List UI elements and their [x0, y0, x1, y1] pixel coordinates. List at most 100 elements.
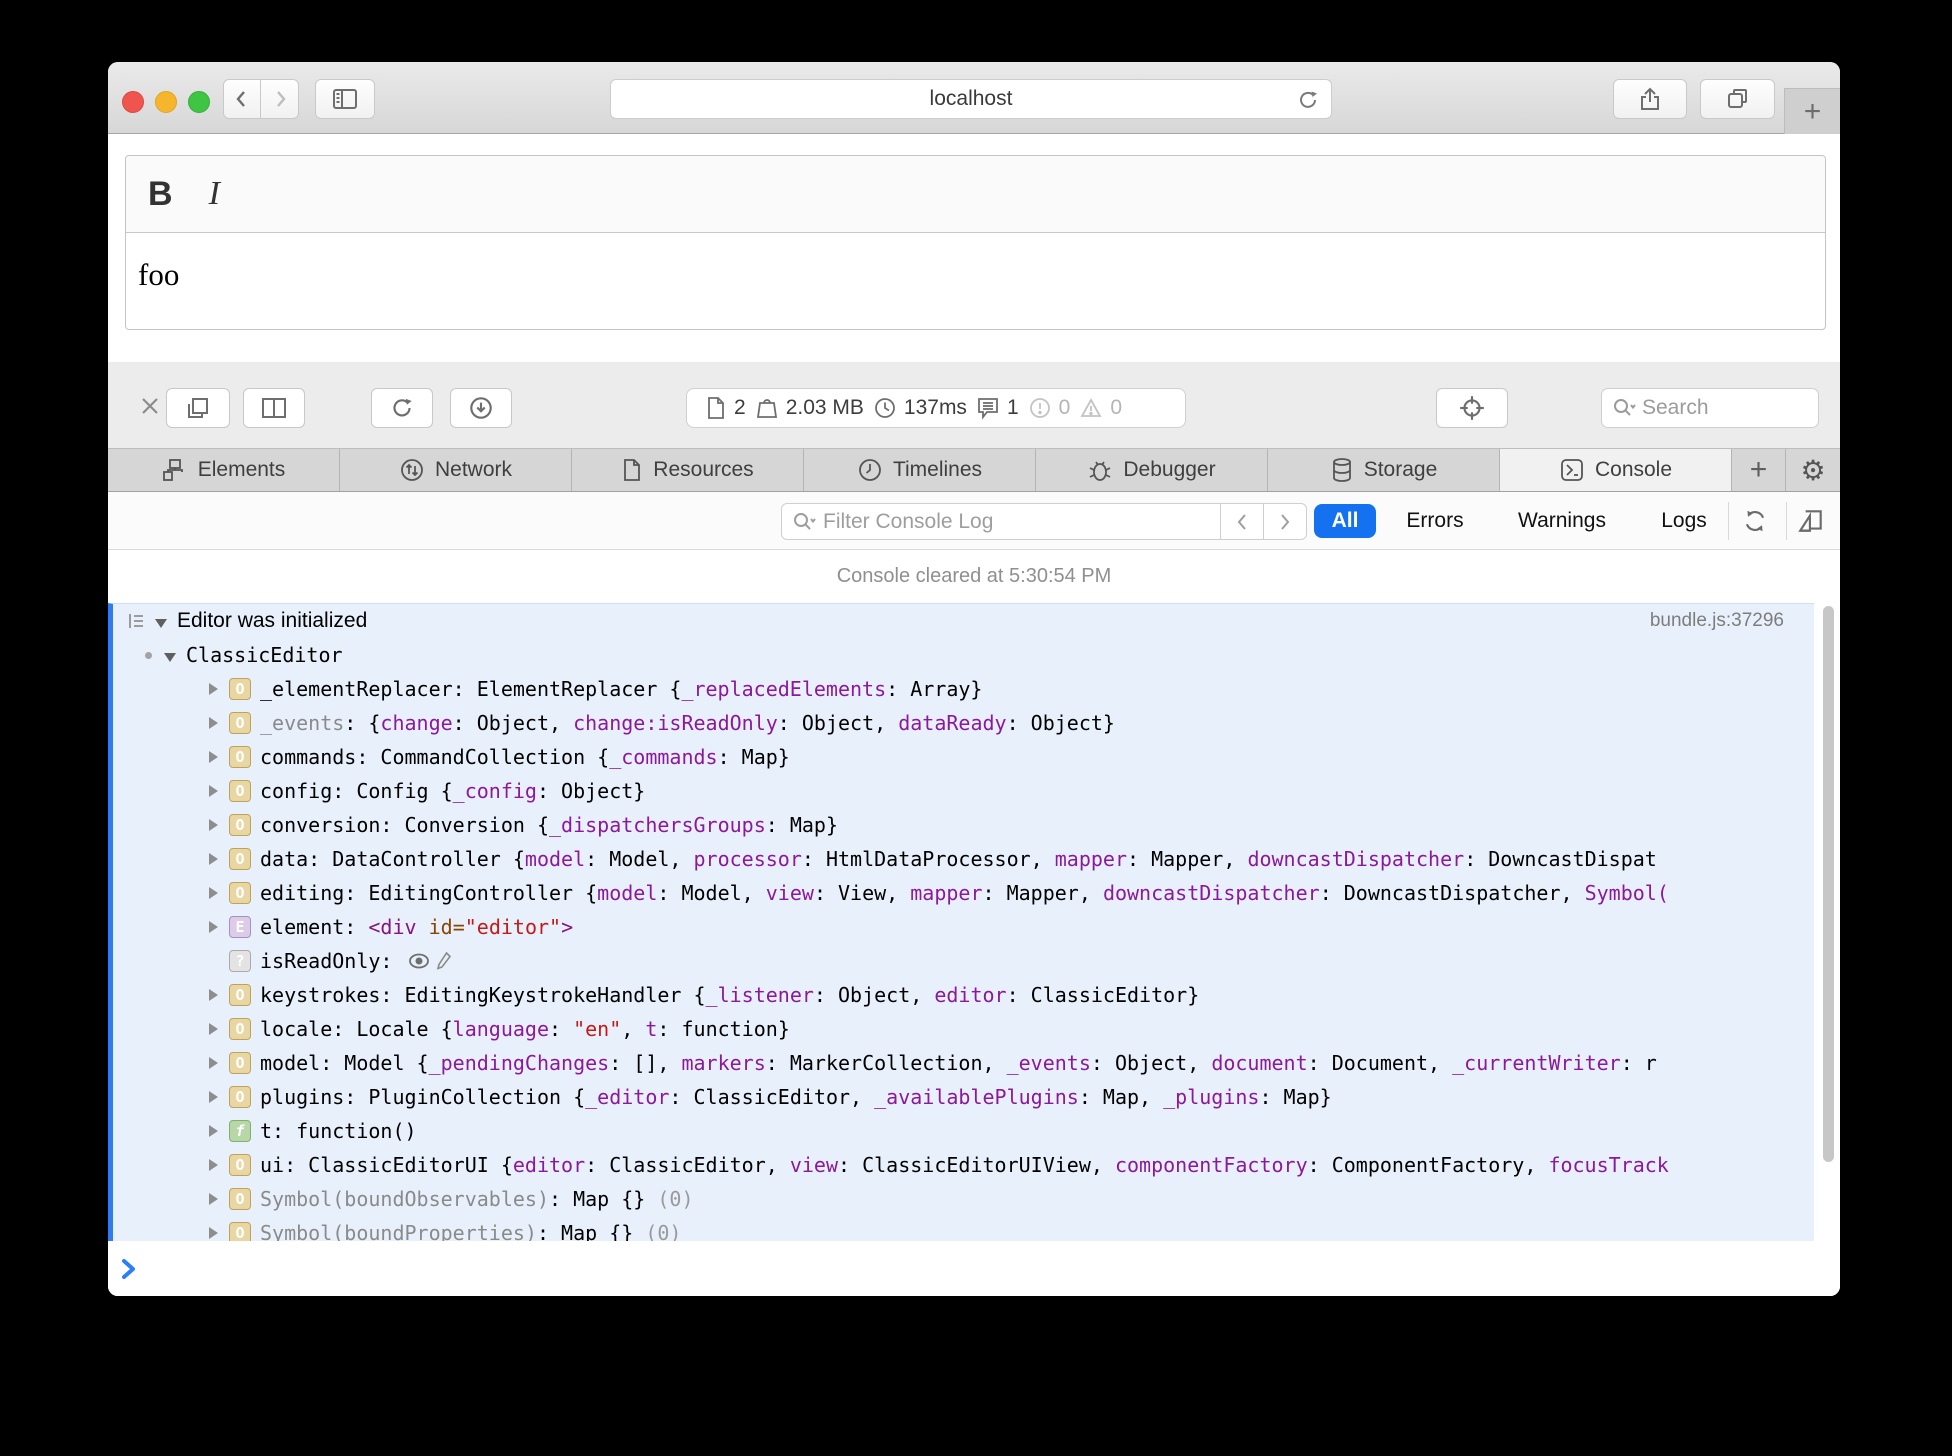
zoom-window-button[interactable] — [188, 91, 210, 113]
minimize-window-button[interactable] — [155, 91, 177, 113]
collapse-caret[interactable] — [164, 652, 176, 662]
sidebar-button[interactable] — [315, 79, 375, 119]
source-link[interactable]: bundle.js:37296 — [1650, 610, 1784, 632]
expand-caret[interactable] — [209, 1193, 218, 1205]
console-tree-row[interactable]: Ocommands: CommandCollection {_commands:… — [113, 740, 1814, 774]
dock-side-button[interactable] — [243, 388, 305, 428]
detach-inspector-button[interactable] — [166, 388, 230, 428]
expand-caret[interactable] — [209, 989, 218, 1001]
scope-all-button[interactable]: All — [1314, 504, 1376, 538]
tab-storage[interactable]: Storage — [1268, 449, 1500, 491]
expand-caret[interactable] — [209, 717, 218, 729]
tab-resources[interactable]: Resources — [572, 449, 804, 491]
expand-caret[interactable] — [209, 819, 218, 831]
token-k: commands — [260, 745, 357, 769]
console-scrollbar-thumb[interactable] — [1823, 606, 1834, 1162]
expand-caret[interactable] — [209, 1057, 218, 1069]
expand-caret[interactable] — [209, 1227, 218, 1239]
console-tree-row[interactable]: O _events: {change: Object, change:isRead… — [113, 706, 1814, 740]
expand-caret[interactable] — [209, 921, 218, 933]
console-output: Console cleared at 5:30:54 PM Editor was… — [108, 550, 1840, 1296]
tab-network[interactable]: Network — [340, 449, 572, 491]
console-message-stat[interactable]: 1 — [976, 396, 1019, 420]
console-tree-row[interactable]: O Symbol(boundProperties): Map {} (0) — [113, 1216, 1814, 1241]
next-result-button[interactable] — [1264, 503, 1307, 540]
token-k: locale — [260, 1017, 333, 1041]
object-root-row[interactable]: ClassicEditor — [113, 638, 1814, 672]
console-tree-row[interactable]: Oediting: EditingController {model: Mode… — [113, 876, 1814, 910]
scope-warnings-button[interactable]: Warnings — [1512, 504, 1612, 538]
reload-page-button[interactable] — [371, 388, 433, 428]
close-inspector-button[interactable] — [132, 386, 168, 426]
console-tree-row[interactable]: Odata: DataController {model: Model, pro… — [113, 842, 1814, 876]
console-filter-input[interactable]: Filter Console Log — [781, 503, 1221, 540]
sidebar-icon — [333, 89, 357, 109]
eye-icon[interactable] — [408, 953, 430, 969]
log-message-row[interactable]: Editor was initialized bundle.js:37296 — [113, 604, 1814, 638]
previous-result-button[interactable] — [1221, 503, 1264, 540]
scope-logs-button[interactable]: Logs — [1656, 504, 1712, 538]
resource-count-stat[interactable]: 2 — [705, 396, 746, 420]
console-tree-row[interactable]: ft: function() — [113, 1114, 1814, 1148]
error-count-stat[interactable]: 0 — [1028, 396, 1070, 420]
warning-count-stat[interactable]: 0 — [1079, 396, 1122, 420]
console-tree-row[interactable]: O _elementReplacer: ElementReplacer {_rep… — [113, 672, 1814, 706]
forward-button[interactable] — [261, 79, 299, 119]
token-p: _plugins — [1163, 1085, 1260, 1109]
console-tree-row[interactable]: Eelement: <div id= "editor" > — [113, 910, 1814, 944]
inspector-settings-button[interactable]: ⚙ — [1786, 449, 1840, 491]
token-t: : Map} — [765, 813, 838, 837]
console-tree-row[interactable]: Olocale: Locale {language: "en", t: func… — [113, 1012, 1814, 1046]
token-t: : { — [344, 711, 381, 735]
pen-icon[interactable] — [436, 951, 452, 971]
tab-console[interactable]: Console — [1500, 449, 1732, 491]
tab-debugger[interactable]: Debugger — [1036, 449, 1268, 491]
close-window-button[interactable] — [122, 91, 144, 113]
bold-button[interactable]: B — [148, 175, 173, 214]
element-picker-button[interactable] — [1436, 388, 1508, 428]
transfer-size-stat[interactable]: 2.03 MB — [755, 396, 864, 420]
add-tab-button[interactable]: + — [1732, 449, 1786, 491]
console-tree-row[interactable]: Oui: ClassicEditorUI {editor: ClassicEdi… — [113, 1148, 1814, 1182]
editor-toolbar: B I — [126, 156, 1825, 233]
show-tabs-button[interactable] — [1700, 79, 1775, 119]
expand-caret[interactable] — [209, 785, 218, 797]
token-t: , — [621, 1017, 646, 1041]
token-p: downcastDispatcher — [1247, 847, 1465, 871]
italic-button[interactable]: I — [209, 175, 220, 213]
share-button[interactable] — [1613, 79, 1687, 119]
expand-caret[interactable] — [209, 751, 218, 763]
console-tree-row[interactable]: O Symbol(boundObservables): Map {} (0) — [113, 1182, 1814, 1216]
expand-caret[interactable] — [209, 853, 218, 865]
download-page-button[interactable] — [450, 388, 512, 428]
console-prompt[interactable] — [108, 1241, 1840, 1296]
clear-console-button[interactable] — [1738, 505, 1772, 537]
reload-button[interactable] — [1295, 87, 1321, 119]
address-bar[interactable]: localhost — [610, 79, 1332, 119]
tab-timelines[interactable]: Timelines — [804, 449, 1036, 491]
console-tree-row[interactable]: ? isReadOnly: — [113, 944, 1814, 978]
token-t: : Map} — [1259, 1085, 1332, 1109]
console-tree-row[interactable]: Oplugins: PluginCollection {_editor: Cla… — [113, 1080, 1814, 1114]
inspector-search-input[interactable]: Search — [1601, 388, 1819, 428]
token-p: document — [1211, 1051, 1308, 1075]
split-console-button[interactable] — [1794, 505, 1828, 537]
editor-content[interactable]: foo — [126, 233, 1825, 317]
console-tree-row[interactable]: Oconfig: Config {_config: Object} — [113, 774, 1814, 808]
expand-caret[interactable] — [209, 683, 218, 695]
console-tree-row[interactable]: Okeystrokes: EditingKeystrokeHandler {_l… — [113, 978, 1814, 1012]
console-tree-row[interactable]: Oconversion: Conversion {_dispatchersGro… — [113, 808, 1814, 842]
new-tab-button[interactable]: + — [1784, 88, 1840, 134]
expand-caret[interactable] — [209, 1091, 218, 1103]
tab-elements[interactable]: Elements — [108, 449, 340, 491]
collapse-caret[interactable] — [155, 618, 167, 628]
expand-caret[interactable] — [209, 1023, 218, 1035]
back-button[interactable] — [223, 79, 261, 119]
console-tree-row[interactable]: Omodel: Model {_pendingChanges: [], mark… — [113, 1046, 1814, 1080]
token-s: "en" — [573, 1017, 622, 1041]
expand-caret[interactable] — [209, 1125, 218, 1137]
load-time-stat[interactable]: 137ms — [873, 396, 967, 420]
scope-errors-button[interactable]: Errors — [1400, 504, 1470, 538]
expand-caret[interactable] — [209, 887, 218, 899]
expand-caret[interactable] — [209, 1159, 218, 1171]
